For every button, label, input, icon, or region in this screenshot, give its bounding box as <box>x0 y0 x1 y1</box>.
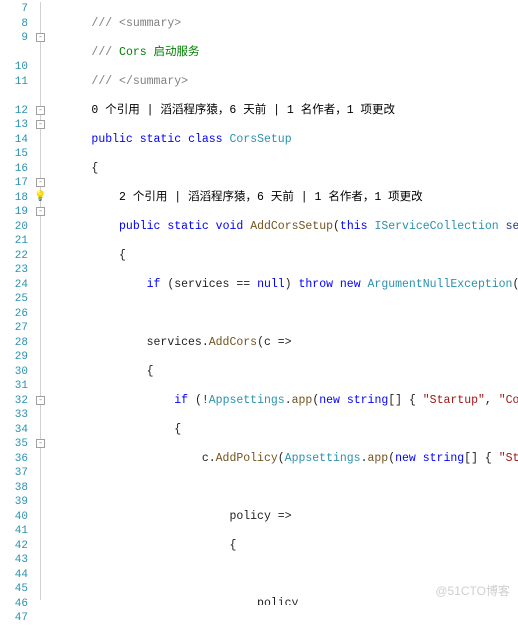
line-number: 21 <box>0 234 28 249</box>
code-line[interactable]: services.AddCors(c => <box>50 336 518 351</box>
line-number: 25 <box>0 292 28 307</box>
line-number: 20 <box>0 220 28 235</box>
line-number: 26 <box>0 307 28 322</box>
line-number: 12 <box>0 104 28 119</box>
line-number-gutter: 7891011121314151617181920212223242526272… <box>0 0 36 605</box>
line-number: 42 <box>0 539 28 554</box>
line-number: 30 <box>0 365 28 380</box>
line-number: 13 <box>0 118 28 133</box>
code-line[interactable] <box>50 307 518 322</box>
code-line[interactable] <box>50 481 518 496</box>
line-number: 29 <box>0 350 28 365</box>
line-number: 45 <box>0 582 28 597</box>
line-number: 15 <box>0 147 28 162</box>
watermark: @51CTO博客 <box>435 582 510 599</box>
line-number: 23 <box>0 263 28 278</box>
code-line[interactable]: { <box>50 423 518 438</box>
code-line[interactable]: public static void AddCorsSetup(this ISe… <box>50 220 518 235</box>
line-number: 35 <box>0 437 28 452</box>
code-line[interactable]: if (!Appsettings.app(new string[] { "Sta… <box>50 394 518 409</box>
fold-toggle[interactable]: - <box>36 33 45 42</box>
code-line[interactable]: /// <summary> <box>50 17 518 32</box>
line-number: 22 <box>0 249 28 264</box>
fold-toggle[interactable]: - <box>36 178 45 187</box>
code-line[interactable]: public static class CorsSetup <box>50 133 518 148</box>
line-number: 37 <box>0 466 28 481</box>
line-number: 38 <box>0 481 28 496</box>
code-line[interactable]: /// Cors 启动服务 <box>50 46 518 61</box>
lightbulb-icon[interactable]: 💡 <box>34 191 46 203</box>
line-number: 34 <box>0 423 28 438</box>
line-number: 46 <box>0 597 28 612</box>
line-number: 39 <box>0 495 28 510</box>
line-number: 36 <box>0 452 28 467</box>
code-line[interactable]: { <box>50 249 518 264</box>
line-number: 43 <box>0 553 28 568</box>
code-line[interactable]: if (services == null) throw new Argument… <box>50 278 518 293</box>
line-number: 9 <box>0 31 28 46</box>
codelens[interactable]: 0 个引用 | 滔滔程序猿，6 天前 | 1 名作者，1 项更改 <box>50 104 518 119</box>
code-line[interactable]: /// </summary> <box>50 75 518 90</box>
codelens[interactable]: 2 个引用 | 滔滔程序猿，6 天前 | 1 名作者，1 项更改 <box>50 191 518 206</box>
code-line[interactable]: { <box>50 162 518 177</box>
fold-column: - - - - - - - 💡 <box>36 0 50 605</box>
fold-toggle[interactable]: - <box>36 207 45 216</box>
line-number: 8 <box>0 17 28 32</box>
line-number: 24 <box>0 278 28 293</box>
line-number: 44 <box>0 568 28 583</box>
line-number: 40 <box>0 510 28 525</box>
line-number: 16 <box>0 162 28 177</box>
code-editor[interactable]: 7891011121314151617181920212223242526272… <box>0 0 518 605</box>
line-number: 27 <box>0 321 28 336</box>
fold-toggle[interactable]: - <box>36 106 45 115</box>
line-number: 11 <box>0 75 28 90</box>
line-number: 41 <box>0 524 28 539</box>
line-number: 17 <box>0 176 28 191</box>
code-line[interactable]: { <box>50 539 518 554</box>
code-line[interactable]: { <box>50 365 518 380</box>
line-number: 7 <box>0 2 28 17</box>
line-number: 47 <box>0 611 28 626</box>
code-line[interactable] <box>50 568 518 583</box>
fold-toggle[interactable]: - <box>36 396 45 405</box>
code-line[interactable]: policy => <box>50 510 518 525</box>
code-line[interactable]: c.AddPolicy(Appsettings.app(new string[]… <box>50 452 518 467</box>
line-number: 14 <box>0 133 28 148</box>
line-number: 19 <box>0 205 28 220</box>
line-number: 32 <box>0 394 28 409</box>
line-number: 18 <box>0 191 28 206</box>
fold-toggle[interactable]: - <box>36 439 45 448</box>
line-number: 33 <box>0 408 28 423</box>
line-number: 10 <box>0 60 28 75</box>
line-number: 31 <box>0 379 28 394</box>
line-number: 28 <box>0 336 28 351</box>
code-area[interactable]: /// <summary> /// Cors 启动服务 /// </summar… <box>50 0 518 605</box>
fold-toggle[interactable]: - <box>36 120 45 129</box>
